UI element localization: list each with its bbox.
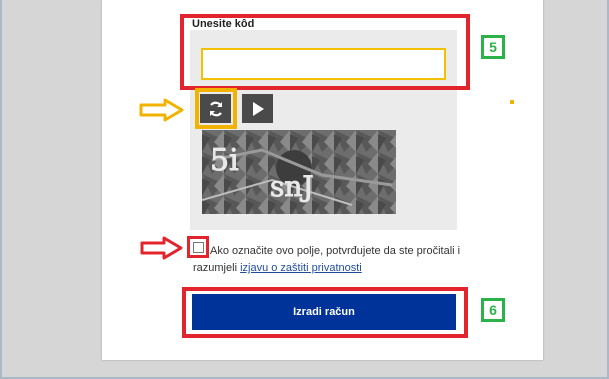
window-frame: Unesite kôd 5 5i snJ Ako označite ovo po… bbox=[0, 0, 609, 379]
highlight-submit-button bbox=[182, 287, 468, 338]
red-arrow-icon bbox=[140, 236, 183, 260]
yellow-dot-marker bbox=[510, 100, 514, 104]
step-badge-5: 5 bbox=[481, 35, 505, 59]
play-icon bbox=[252, 101, 264, 116]
highlight-code-field bbox=[180, 14, 470, 90]
privacy-statement-link[interactable]: izjavu o zaštiti privatnosti bbox=[240, 262, 362, 274]
yellow-arrow-icon bbox=[139, 98, 184, 122]
consent-text: Ako označite ovo polje, potvrđujete da s… bbox=[193, 243, 463, 277]
captcha-audio-play-button[interactable] bbox=[242, 94, 273, 123]
captcha-glyphs-a: 5i bbox=[210, 143, 239, 178]
captcha-glyphs-b: snJ bbox=[270, 170, 314, 203]
step-badge-6: 6 bbox=[481, 298, 505, 322]
highlight-refresh-button bbox=[195, 88, 237, 129]
captcha-image: 5i snJ bbox=[202, 130, 396, 214]
